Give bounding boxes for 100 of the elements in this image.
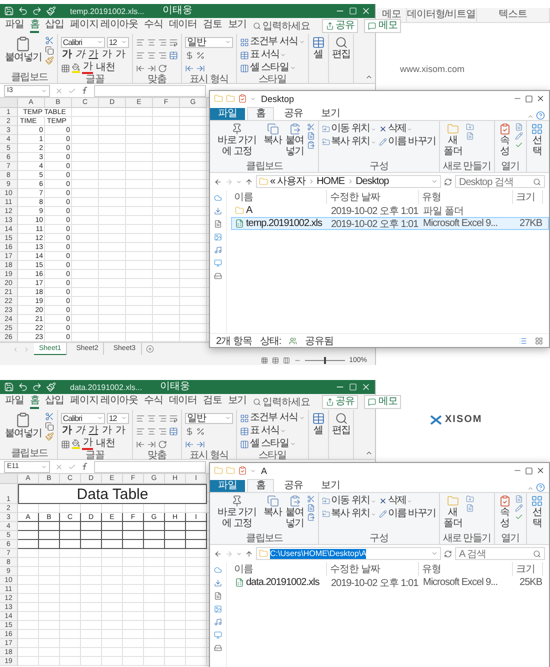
border-icon[interactable] [60,440,70,448]
redo-icon[interactable] [32,6,42,16]
share-button[interactable]: 공유 [322,395,358,409]
properties-button[interactable]: 속성 [498,495,512,529]
comment-button[interactable]: 메모 [364,19,402,33]
paste-button[interactable]: 붙여넣기 [5,412,42,439]
ribbon-tab[interactable]: 파일 [5,19,24,33]
copy-to-button[interactable]: 복사 위치 [322,508,376,520]
file-menu-tab[interactable]: 파일 [210,108,245,120]
paste-button[interactable]: 붙여넣기 [5,36,42,63]
font-color-button[interactable]: 가 [82,62,94,74]
currency-icon[interactable] [184,426,194,436]
collapse-icon[interactable] [365,449,373,457]
ribbon-tab[interactable]: 데이터 [168,19,198,33]
ribbon-tab[interactable]: 홈 [246,479,274,492]
pin-button[interactable]: 바로 가기에 고정 [214,495,260,529]
formula-input[interactable] [94,460,206,472]
editing-button[interactable]: 편집 [332,36,350,60]
share-button[interactable]: 공유 [322,19,358,33]
border-icon[interactable] [60,64,70,72]
cells-button[interactable]: 셀 [312,412,325,436]
phonetic-button[interactable]: 내천 [95,438,116,450]
align-left-icon[interactable] [136,50,145,60]
bold-button[interactable]: 가 [60,49,72,61]
refresh-icon[interactable] [444,550,452,558]
number-format-field[interactable]: 일반 [184,36,233,48]
number-format-field[interactable]: 일반 [184,412,233,424]
column-header[interactable]: 크기 [513,562,543,576]
ribbon-tab[interactable]: 보기 [313,108,348,120]
align-left-icon[interactable] [136,426,145,436]
copy-button[interactable]: 복사 [263,123,282,146]
collapse-icon[interactable] [527,485,534,492]
undo-icon[interactable] [18,6,28,16]
currency-icon[interactable] [184,50,194,60]
increase-indent-icon[interactable] [146,64,156,72]
comment-button[interactable]: 메모 [364,395,402,409]
ribbon-tab[interactable]: 보기 [228,395,247,409]
paste-shortcut-icon[interactable] [307,141,315,149]
font-name-field[interactable]: Calibri [60,412,105,424]
italic-button[interactable]: 가 [74,425,86,437]
decrease-indent-icon[interactable] [136,440,145,448]
ribbon-tab[interactable]: 수식 [144,19,163,33]
edit-icon[interactable] [514,132,522,140]
search-field[interactable]: Desktop 검색 [455,175,545,188]
redo-icon[interactable] [32,382,42,392]
normal-view-icon[interactable] [261,356,268,364]
close-icon[interactable] [361,382,371,392]
properties-icon[interactable] [238,94,247,103]
ribbon-tab[interactable]: 페이지 레이아웃 [70,19,138,33]
percent-icon[interactable] [196,426,205,436]
breadcrumb-item[interactable]: HOME [316,176,345,188]
thumbnail-view-icon[interactable] [535,336,543,344]
style-menu-button[interactable]: 표 서식 [240,49,305,61]
cut-icon[interactable] [307,123,315,131]
move-to-button[interactable]: 이동 위치 [322,123,376,135]
save-icon[interactable] [4,6,14,16]
page-layout-icon[interactable] [272,356,280,364]
select-button[interactable]: 선택 [530,495,545,529]
copy-to-button[interactable]: 복사 위치 [322,136,376,148]
formula-input[interactable] [94,84,206,96]
ribbon-tab[interactable]: 검토 [203,19,222,33]
breadcrumb-item[interactable]: 사용자 [277,176,306,188]
back-icon[interactable] [214,550,222,558]
file-row[interactable]: data.20191002.xls 2019-10-02 오후 1:01 Microsoft Excel 9... 25KB [231,576,549,589]
cut-icon[interactable] [307,495,315,503]
font-color-button[interactable]: 가 [82,438,94,450]
breadcrumb-item[interactable]: Desktop [356,176,389,188]
details-view-icon[interactable] [519,336,527,344]
ribbon-tab[interactable]: 보기 [313,480,348,492]
editing-button[interactable]: 편집 [332,412,350,436]
ribbon-tab[interactable]: 공유 [276,480,312,492]
move-to-button[interactable]: 이동 위치 [322,495,376,507]
underline-button[interactable]: 가 [88,425,100,437]
align-center-icon[interactable] [146,50,156,60]
tell-me-field[interactable]: 입력하세요 [252,19,310,33]
ribbon-tab[interactable]: 보기 [228,19,247,33]
close-icon[interactable] [536,466,545,475]
ribbon-tab[interactable]: 수식 [144,395,163,409]
phonetic-button[interactable]: 내천 [95,62,116,74]
maximize-icon[interactable] [525,94,533,102]
style-menu-button[interactable]: 셀 스타일 [240,438,305,450]
address-bar[interactable]: « 사용자 HOME Desktop [256,175,441,188]
refresh-icon[interactable] [444,178,452,186]
file-menu-tab[interactable]: 파일 [210,480,245,492]
close-icon[interactable] [361,6,371,16]
column-header[interactable]: 수정한 날짜 [327,190,419,204]
column-header[interactable]: 유형 [419,562,513,576]
brush-icon[interactable] [46,382,56,392]
column-header[interactable]: 크기 [513,190,543,204]
save-icon[interactable] [4,382,14,392]
ribbon-tab[interactable]: 파일 [5,395,24,409]
up-icon[interactable] [245,178,253,186]
collapse-icon[interactable] [365,73,373,81]
search-field[interactable]: A 검색 [455,547,545,560]
font-size-field[interactable]: 12 [106,36,129,48]
font-name-field[interactable]: Calibri [60,36,105,48]
rename-button[interactable]: 이름 바꾸기 [378,508,436,520]
collapse-icon[interactable] [527,113,534,120]
shrink-font-button[interactable]: 가 [114,425,126,437]
underline-button[interactable]: 가 [88,49,100,61]
